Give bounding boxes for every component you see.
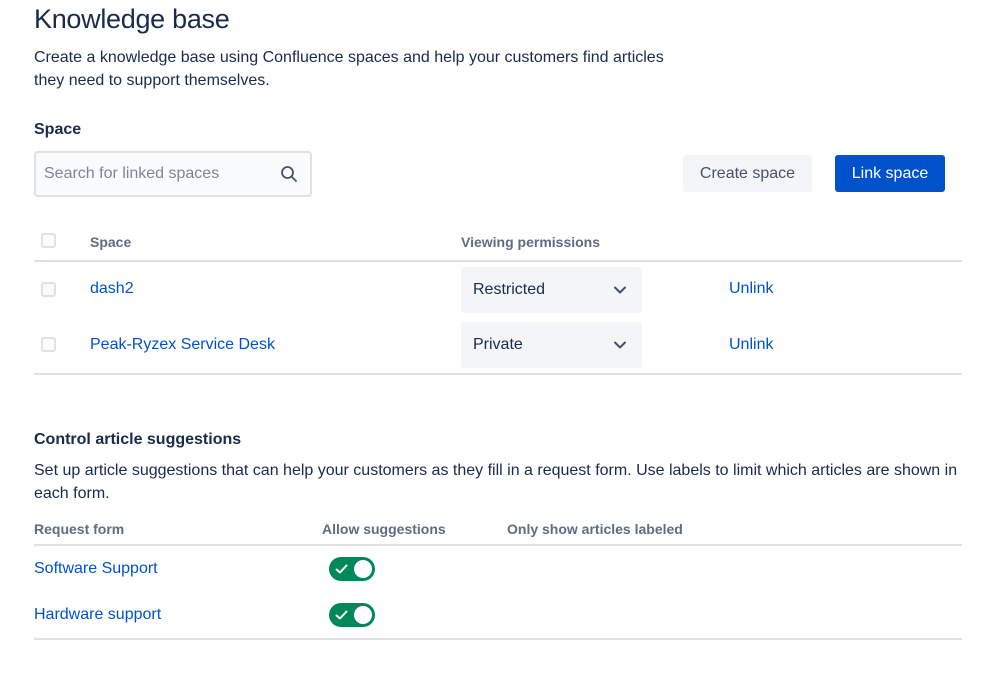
viewing-permission-select[interactable]: Private bbox=[461, 322, 642, 368]
allow-suggestions-column-header: Allow suggestions bbox=[322, 521, 446, 537]
row-checkbox[interactable] bbox=[41, 337, 56, 352]
unlink-button[interactable]: Unlink bbox=[729, 280, 773, 298]
permission-value: Private bbox=[473, 336, 523, 353]
check-icon bbox=[335, 564, 348, 574]
toggle-knob bbox=[354, 606, 372, 624]
check-icon bbox=[335, 610, 348, 620]
only-show-labeled-column-header: Only show articles labeled bbox=[507, 521, 683, 537]
suggestions-description: Set up article suggestions that can help… bbox=[34, 462, 958, 502]
space-link[interactable]: Peak-Ryzex Service Desk bbox=[90, 336, 275, 354]
search-icon bbox=[281, 166, 297, 182]
page-title: Knowledge base bbox=[34, 4, 230, 34]
chevron-down-icon bbox=[614, 286, 626, 294]
allow-suggestions-toggle[interactable] bbox=[329, 557, 375, 581]
suggestions-section-heading: Control article suggestions bbox=[34, 431, 242, 448]
request-form-link[interactable]: Software Support bbox=[34, 560, 158, 578]
row-checkbox[interactable] bbox=[41, 282, 56, 297]
permission-value: Restricted bbox=[473, 281, 546, 298]
allow-suggestions-toggle[interactable] bbox=[329, 603, 375, 627]
create-space-button[interactable]: Create space bbox=[683, 155, 812, 192]
space-search-input[interactable] bbox=[36, 153, 310, 195]
toggle-knob bbox=[354, 560, 372, 578]
request-form-column-header: Request form bbox=[34, 521, 125, 537]
request-form-link[interactable]: Hardware support bbox=[34, 606, 161, 624]
viewing-permission-select[interactable]: Restricted bbox=[461, 267, 642, 313]
space-search-field[interactable] bbox=[34, 151, 312, 197]
page-intro: Create a knowledge base using Confluence… bbox=[34, 49, 664, 89]
suggestions-bottom-divider bbox=[34, 638, 962, 640]
select-all-checkbox[interactable] bbox=[41, 233, 56, 248]
space-link[interactable]: dash2 bbox=[90, 280, 134, 298]
space-column-header: Space bbox=[90, 234, 132, 250]
table-bottom-divider bbox=[34, 373, 962, 375]
space-section-heading: Space bbox=[34, 121, 82, 138]
suggestions-header-divider bbox=[34, 544, 962, 546]
unlink-button[interactable]: Unlink bbox=[729, 336, 773, 354]
chevron-down-icon bbox=[614, 341, 626, 349]
link-space-button[interactable]: Link space bbox=[835, 155, 945, 192]
table-header-divider bbox=[34, 260, 962, 262]
viewing-permissions-column-header: Viewing permissions bbox=[461, 234, 601, 250]
